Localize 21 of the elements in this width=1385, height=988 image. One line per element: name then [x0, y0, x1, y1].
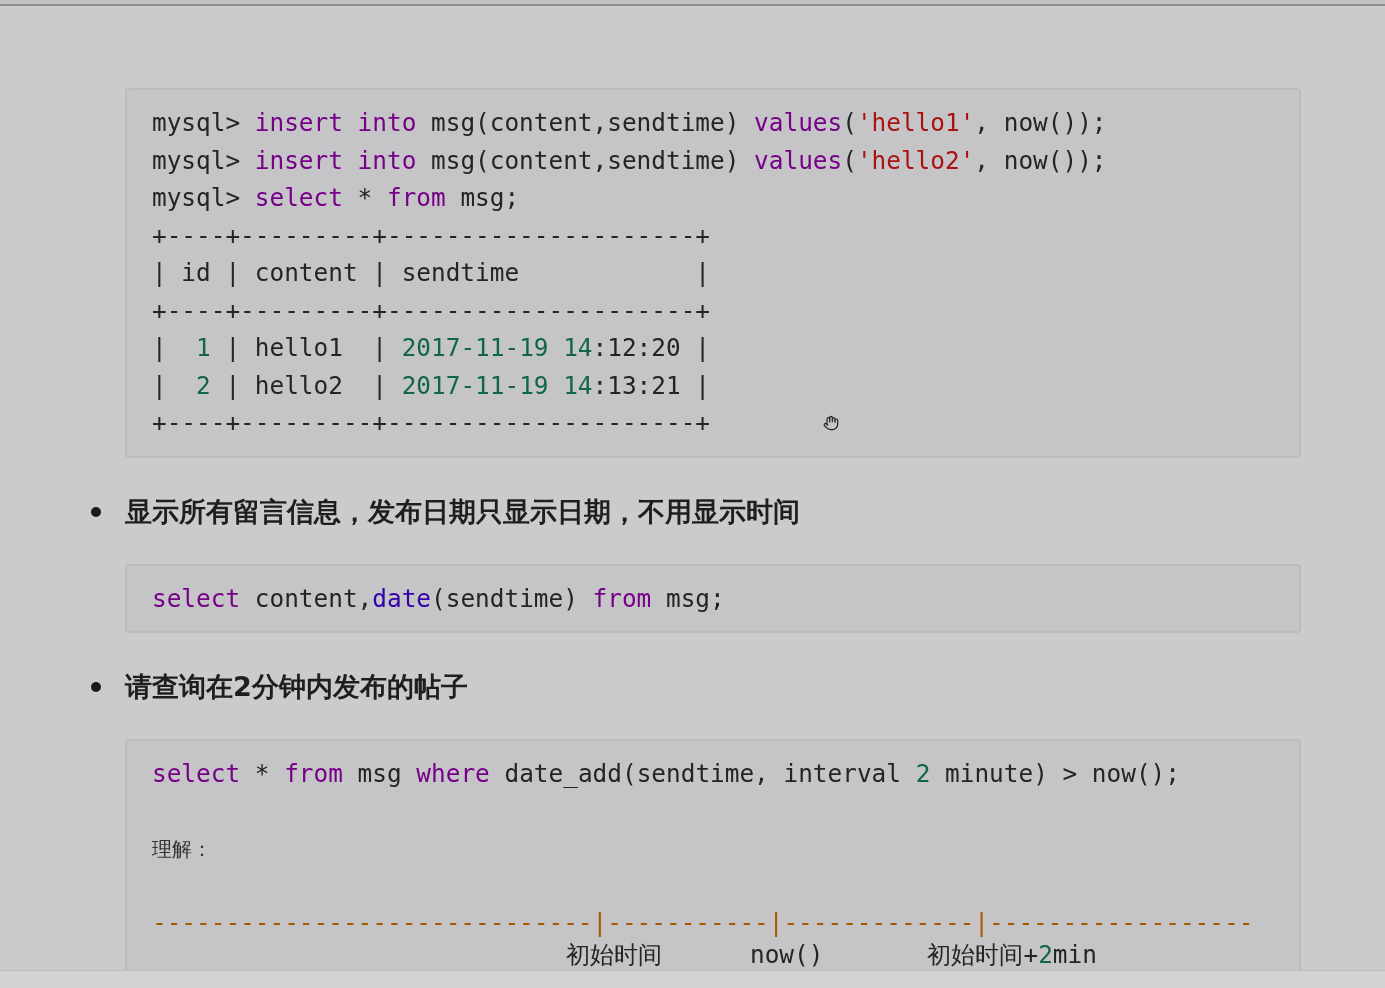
code-line: mysql> select * from msg; [152, 182, 520, 214]
bullet-text: 请查询在2分钟内发布的帖子 [125, 670, 468, 704]
code-line: | id | content | sendtime | [152, 257, 710, 289]
code-line: mysql> insert into msg(content,sendtime) values('hello2', now()); [152, 144, 1107, 177]
code-line: | 1 | hello1 | 2017-11-19 14:12:20 | [152, 332, 711, 364]
timeline-label: now() [750, 943, 824, 967]
note-label: 理解： [152, 836, 212, 861]
timeline-label: 初始时间 [566, 943, 662, 967]
dashed-timeline: ------------------------------|-----------|-------------|------------------ [152, 906, 1254, 939]
code-line: +----+---------+---------------------+ [152, 294, 710, 327]
code-line: select * from msg where date_add(sendtime, interval 2 minute) > now(); [152, 758, 1180, 790]
code-line: +----+---------+---------------------+ [152, 219, 710, 252]
bullet-icon [91, 506, 101, 517]
code-line: select content,date(sendtime) from msg; [152, 582, 725, 615]
hand-cursor-icon [823, 415, 839, 431]
bullet-text: 显示所有留言信息，发布日期只显示日期，不用显示时间 [125, 494, 800, 529]
code-line: | 2 | hello2 | 2017-11-19 14:13:21 | [152, 369, 711, 402]
bullet-icon [91, 682, 101, 692]
timeline-label: 初始时间+2min [927, 943, 1097, 967]
code-line: +----+---------+---------------------+ [152, 407, 710, 439]
code-line: mysql> insert into msg(content,sendtime) values('hello1', now()); [152, 107, 1107, 139]
